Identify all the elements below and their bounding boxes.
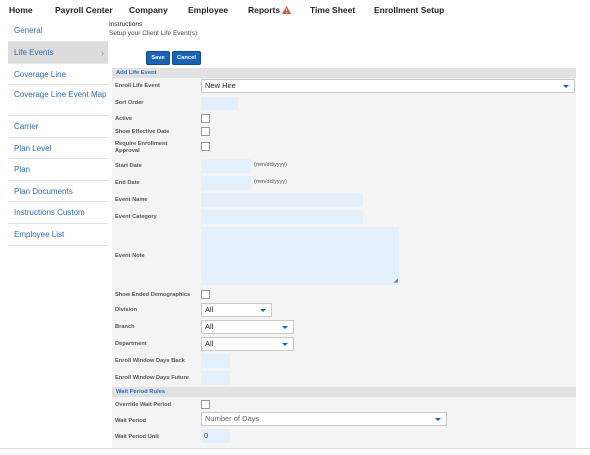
wait-period-unit-label: Wait Period Unit — [115, 434, 159, 440]
require-enrollment-approval-label-line1: Require Enrollment — [115, 141, 168, 147]
sidebar-item-label: Life Events — [14, 48, 54, 57]
branch-label: Branch — [115, 324, 135, 330]
chevron-down-icon — [282, 343, 288, 346]
chevron-down-icon — [435, 418, 441, 421]
active-label: Active — [115, 116, 133, 122]
sidebar: General Life Events › Coverage Line Cover… — [8, 20, 108, 246]
instructions-title: Instructions — [109, 21, 143, 28]
sidebar-item-plan-level[interactable]: Plan Level — [8, 138, 108, 159]
nav-home[interactable]: Home — [9, 5, 33, 15]
sort-order-input[interactable] — [201, 97, 238, 110]
nav-time-sheet[interactable]: Time Sheet — [310, 5, 355, 15]
nav-enrollment-setup[interactable]: Enrollment Setup — [374, 5, 444, 15]
start-date-input[interactable] — [201, 159, 251, 173]
require-enrollment-approval-label-line2: Approval — [115, 148, 140, 154]
chevron-down-icon — [282, 326, 288, 329]
event-note-textarea[interactable]: ◢ — [201, 227, 399, 285]
enroll-window-days-future-input[interactable] — [201, 371, 230, 385]
department-value: All — [205, 339, 214, 348]
show-effective-date-checkbox[interactable] — [201, 127, 210, 136]
end-date-label: End Date — [115, 180, 140, 186]
chevron-down-icon — [563, 85, 569, 88]
sort-order-label: Sort Order — [115, 100, 144, 106]
save-button[interactable]: Save — [146, 51, 170, 65]
divider — [0, 448, 590, 449]
main-panel: Instructions Setup your Client Life Even… — [109, 20, 579, 450]
division-value: All — [205, 305, 214, 314]
sidebar-item-label: Coverage Line Event Map — [14, 90, 107, 99]
wait-period-label: Wait Period — [115, 418, 147, 424]
chevron-down-icon — [260, 309, 266, 312]
nav-payroll-center[interactable]: Payroll Center — [55, 5, 113, 15]
sidebar-item-label: Plan — [14, 165, 31, 174]
wait-period-unit-input[interactable]: 0 — [201, 429, 230, 443]
override-wait-period-checkbox[interactable] — [201, 400, 210, 409]
end-date-input[interactable] — [201, 176, 251, 190]
sidebar-item-general[interactable]: General — [8, 20, 108, 42]
instructions-subtitle: Setup your Client Life Event(s) — [109, 30, 198, 37]
resize-grip-icon[interactable]: ◢ — [393, 278, 398, 284]
branch-select[interactable]: All — [201, 320, 294, 334]
sidebar-item-plan[interactable]: Plan — [8, 159, 108, 181]
wait-period-select[interactable]: Number of Days — [201, 412, 447, 426]
cancel-button[interactable]: Cancel — [172, 51, 201, 65]
enroll-life-event-label: Enroll Life Event — [115, 83, 160, 89]
show-effective-date-label: Show Effective Date — [115, 129, 170, 135]
enroll-window-days-future-label: Enroll Window Days Future — [115, 375, 189, 381]
sidebar-item-label: Coverage Line — [14, 70, 67, 79]
department-select[interactable]: All — [201, 337, 294, 351]
event-name-input[interactable] — [201, 193, 363, 207]
section-header-add-life-event: Add Life Event — [112, 68, 576, 78]
enroll-life-event-value: New Hire — [205, 81, 236, 90]
sidebar-item-label: Plan Documents — [14, 187, 73, 196]
sidebar-item-label: Employee List — [14, 230, 65, 239]
event-note-label: Event Note — [115, 253, 145, 259]
require-enrollment-approval-checkbox[interactable] — [201, 142, 210, 151]
sidebar-item-life-events[interactable]: Life Events › — [8, 42, 108, 64]
event-category-input[interactable] — [201, 210, 363, 224]
sidebar-item-label: Carrier — [14, 122, 39, 131]
enroll-window-days-back-input[interactable] — [201, 354, 230, 368]
end-date-format-hint: (mm/dd/yyyy) — [254, 179, 287, 185]
enroll-life-event-select[interactable]: New Hire — [201, 79, 575, 93]
nav-reports[interactable]: Reports — [248, 5, 292, 16]
top-nav: Home Payroll Center Company Employee Rep… — [0, 0, 590, 20]
show-ended-demographics-checkbox[interactable] — [201, 290, 210, 299]
sidebar-item-plan-documents[interactable]: Plan Documents — [8, 181, 108, 202]
department-label: Department — [115, 341, 147, 347]
start-date-label: Start Date — [115, 163, 142, 169]
chevron-right-icon: › — [101, 48, 104, 58]
sidebar-item-label: General — [14, 26, 43, 35]
nav-employee[interactable]: Employee — [188, 5, 228, 15]
sidebar-item-employee-list[interactable]: Employee List — [8, 224, 108, 246]
sidebar-item-label: Instructions Custom — [14, 208, 85, 217]
branch-value: All — [205, 322, 214, 331]
start-date-format-hint: (mm/dd/yyyy) — [254, 162, 287, 168]
section-header-wait-period-rules: Wait Period Rules — [112, 387, 576, 397]
sidebar-item-coverage-line-event-map[interactable]: Coverage Line Event Map — [8, 85, 108, 116]
enroll-window-days-back-label: Enroll Window Days Back — [115, 358, 185, 364]
nav-reports-label: Reports — [248, 5, 281, 15]
override-wait-period-label: Override Wait Period — [115, 402, 172, 408]
division-label: Division — [115, 307, 138, 313]
event-name-label: Event Name — [115, 197, 148, 203]
event-category-label: Event Category — [115, 214, 157, 220]
sidebar-item-label: Plan Level — [14, 144, 52, 153]
wait-period-value: Number of Days — [205, 414, 260, 423]
active-checkbox[interactable] — [201, 114, 210, 123]
division-select[interactable]: All — [201, 303, 272, 317]
show-ended-demographics-label: Show Ended Demographics — [115, 292, 191, 298]
sidebar-item-instructions-custom[interactable]: Instructions Custom — [8, 202, 108, 224]
sidebar-item-coverage-line[interactable]: Coverage Line — [8, 64, 108, 85]
nav-company[interactable]: Company — [129, 5, 168, 15]
sidebar-item-carrier[interactable]: Carrier — [8, 116, 108, 138]
warning-icon — [282, 6, 292, 16]
